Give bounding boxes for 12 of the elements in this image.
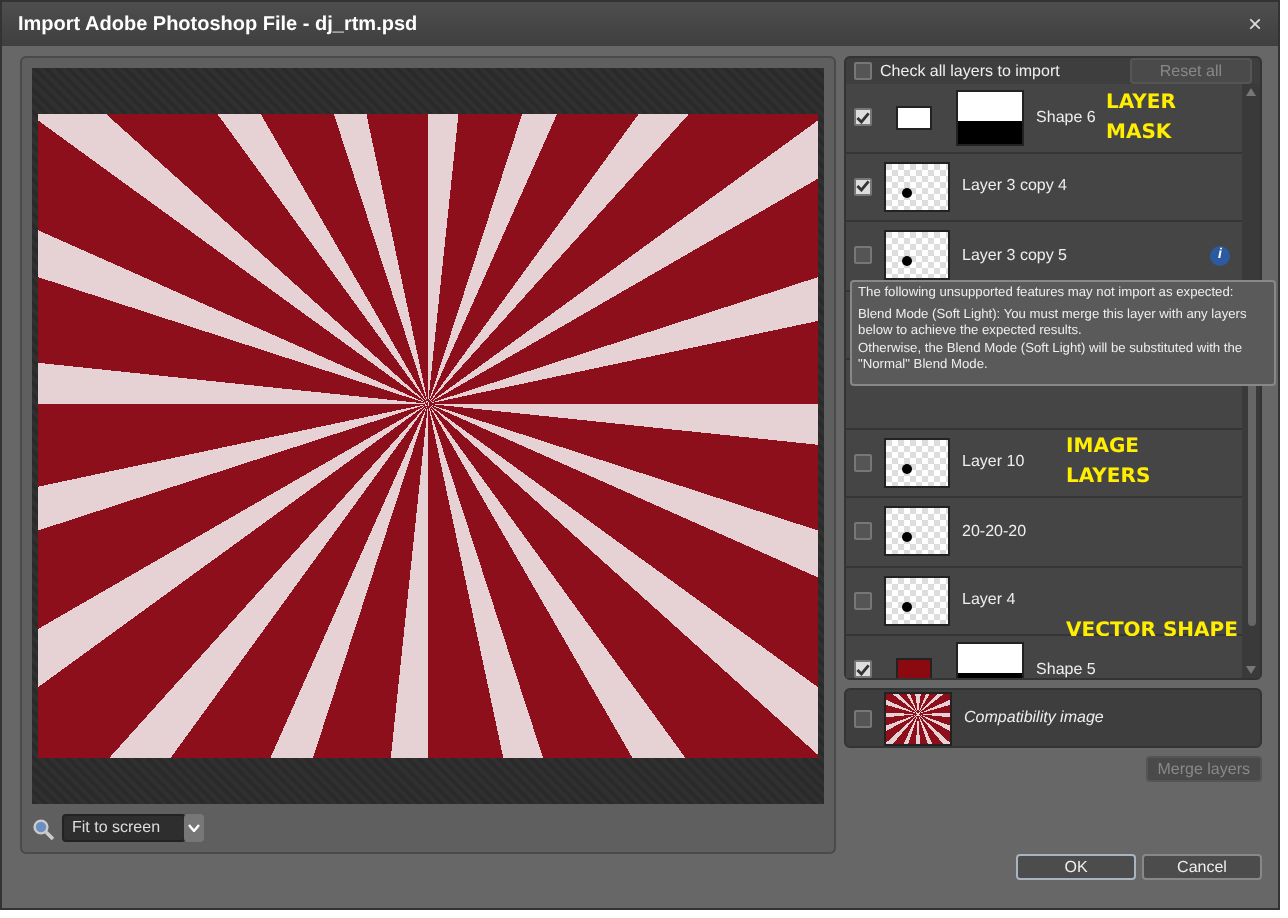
layer-name: Layer 10 <box>962 450 1025 475</box>
callout-label: LAYER MASK <box>1106 89 1176 148</box>
layer-name: 20-20-20 <box>962 519 1027 544</box>
layer-name: Layer 3 copy 4 <box>962 174 1068 199</box>
layer-name: Shape 5 <box>1036 657 1096 678</box>
layer-name: Layer 4 <box>962 588 1016 613</box>
callout-label: IMAGE LAYERS <box>1066 434 1151 493</box>
layer-name: Layer 3 copy 5 <box>962 243 1068 268</box>
window-title: Import Adobe Photoshop File - dj_rtm.psd <box>18 11 418 39</box>
layer-name: Shape 6 <box>1036 105 1096 130</box>
check-all-label: Check all layers to import <box>880 59 1060 83</box>
compatibility-label: Compatibility image <box>964 706 1104 730</box>
